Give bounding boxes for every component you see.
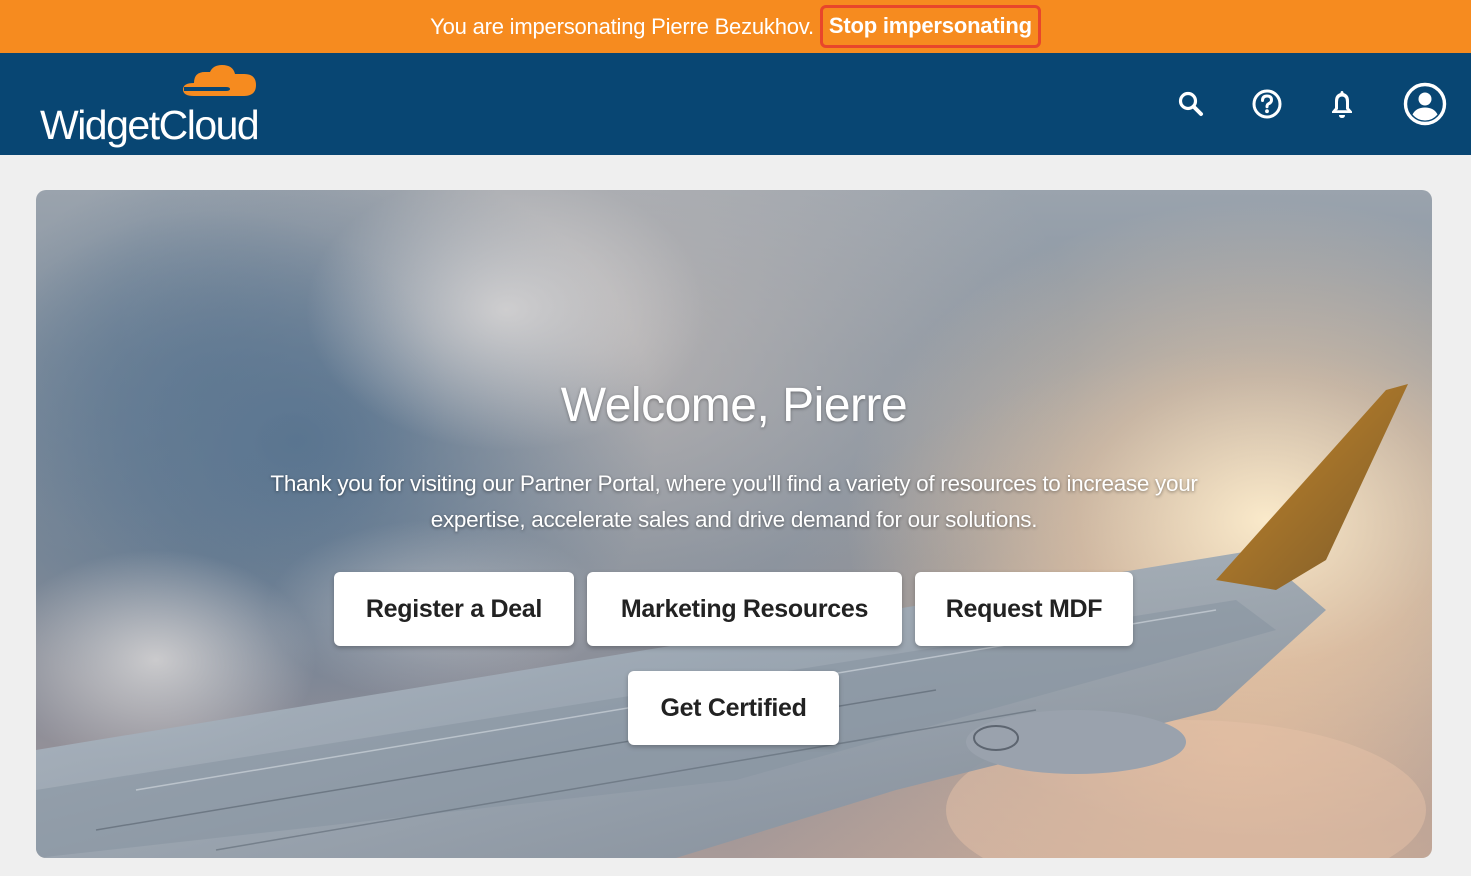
welcome-intro-text: Thank you for visiting our Partner Porta… <box>270 471 1198 532</box>
bell-icon[interactable] <box>1322 84 1362 124</box>
stop-impersonating-link[interactable]: Stop impersonating <box>819 5 1041 48</box>
logo-wordmark: WidgetCloud <box>40 102 260 148</box>
marketing-resources-button[interactable]: Marketing Resources <box>587 572 902 646</box>
request-mdf-button[interactable]: Request MDF <box>915 572 1133 646</box>
user-account-icon[interactable] <box>1402 81 1448 127</box>
help-icon[interactable] <box>1247 84 1287 124</box>
hero-banner: Welcome, Pierre Thank you for visiting o… <box>36 190 1432 858</box>
get-certified-button[interactable]: Get Certified <box>628 671 839 745</box>
cloud-logo-icon <box>183 65 256 96</box>
widgetcloud-logo[interactable]: WidgetCloud <box>40 61 280 151</box>
search-icon[interactable] <box>1171 84 1211 124</box>
welcome-heading: Welcome, Pierre <box>560 379 908 432</box>
register-deal-button[interactable]: Register a Deal <box>334 572 574 646</box>
impersonation-banner: You are impersonating Pierre Bezukhov. S… <box>0 0 1471 53</box>
top-navigation-bar: WidgetCloud <box>0 53 1471 155</box>
impersonation-message: You are impersonating Pierre Bezukhov. <box>430 13 814 39</box>
